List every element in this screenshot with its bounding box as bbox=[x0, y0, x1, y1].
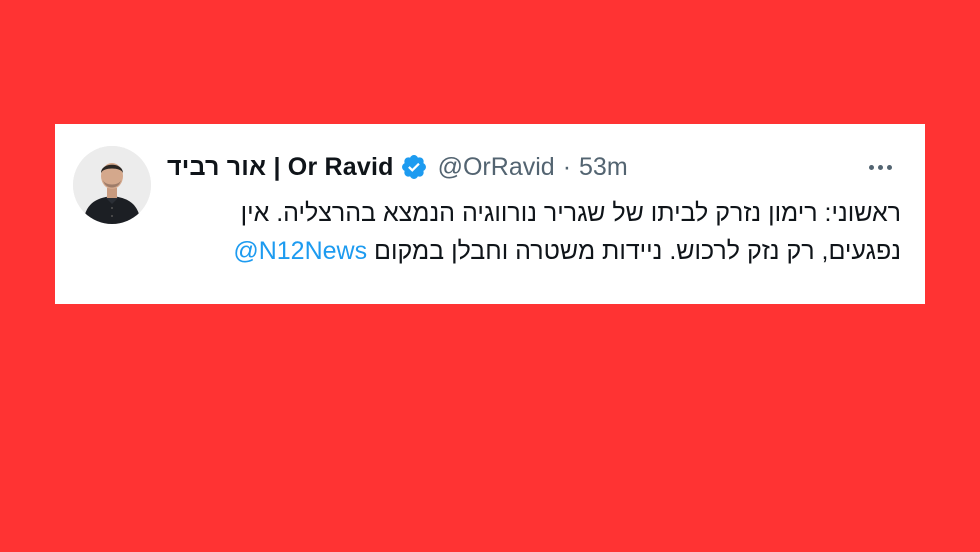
tweet-timestamp[interactable]: 53m bbox=[579, 153, 628, 182]
tweet-text-line-2: נפגעים, רק נזק לרכוש. ניידות משטרה וחבלן… bbox=[167, 232, 901, 270]
mention-link[interactable]: @N12News bbox=[233, 237, 367, 265]
avatar[interactable] bbox=[73, 146, 151, 224]
more-dots-icon bbox=[868, 164, 874, 170]
more-dots-icon bbox=[877, 164, 883, 170]
card-pointer bbox=[354, 297, 370, 304]
tweet-card[interactable]: אור רביד | Or Ravid @OrRavid · 53m ראשונ… bbox=[55, 124, 925, 304]
tweet-header: אור רביד | Or Ravid @OrRavid · 53m bbox=[167, 149, 628, 185]
tweet-text-line-1: ראשוני: רימון נזרק לביתו של שגריר נורווג… bbox=[240, 199, 901, 227]
tweet-text-line-2-content: נפגעים, רק נזק לרכוש. ניידות משטרה וחבלן… bbox=[374, 237, 901, 265]
more-dots-icon bbox=[886, 164, 892, 170]
avatar-photo-icon bbox=[73, 146, 151, 224]
tweet-text: ראשוני: רימון נזרק לביתו של שגריר נורווג… bbox=[167, 194, 901, 270]
more-options-button[interactable] bbox=[863, 152, 897, 182]
separator-dot: · bbox=[562, 152, 572, 181]
display-name[interactable]: אור רביד | Or Ravid bbox=[167, 153, 394, 182]
user-handle[interactable]: @OrRavid bbox=[438, 153, 555, 182]
verified-badge-icon bbox=[400, 153, 428, 181]
